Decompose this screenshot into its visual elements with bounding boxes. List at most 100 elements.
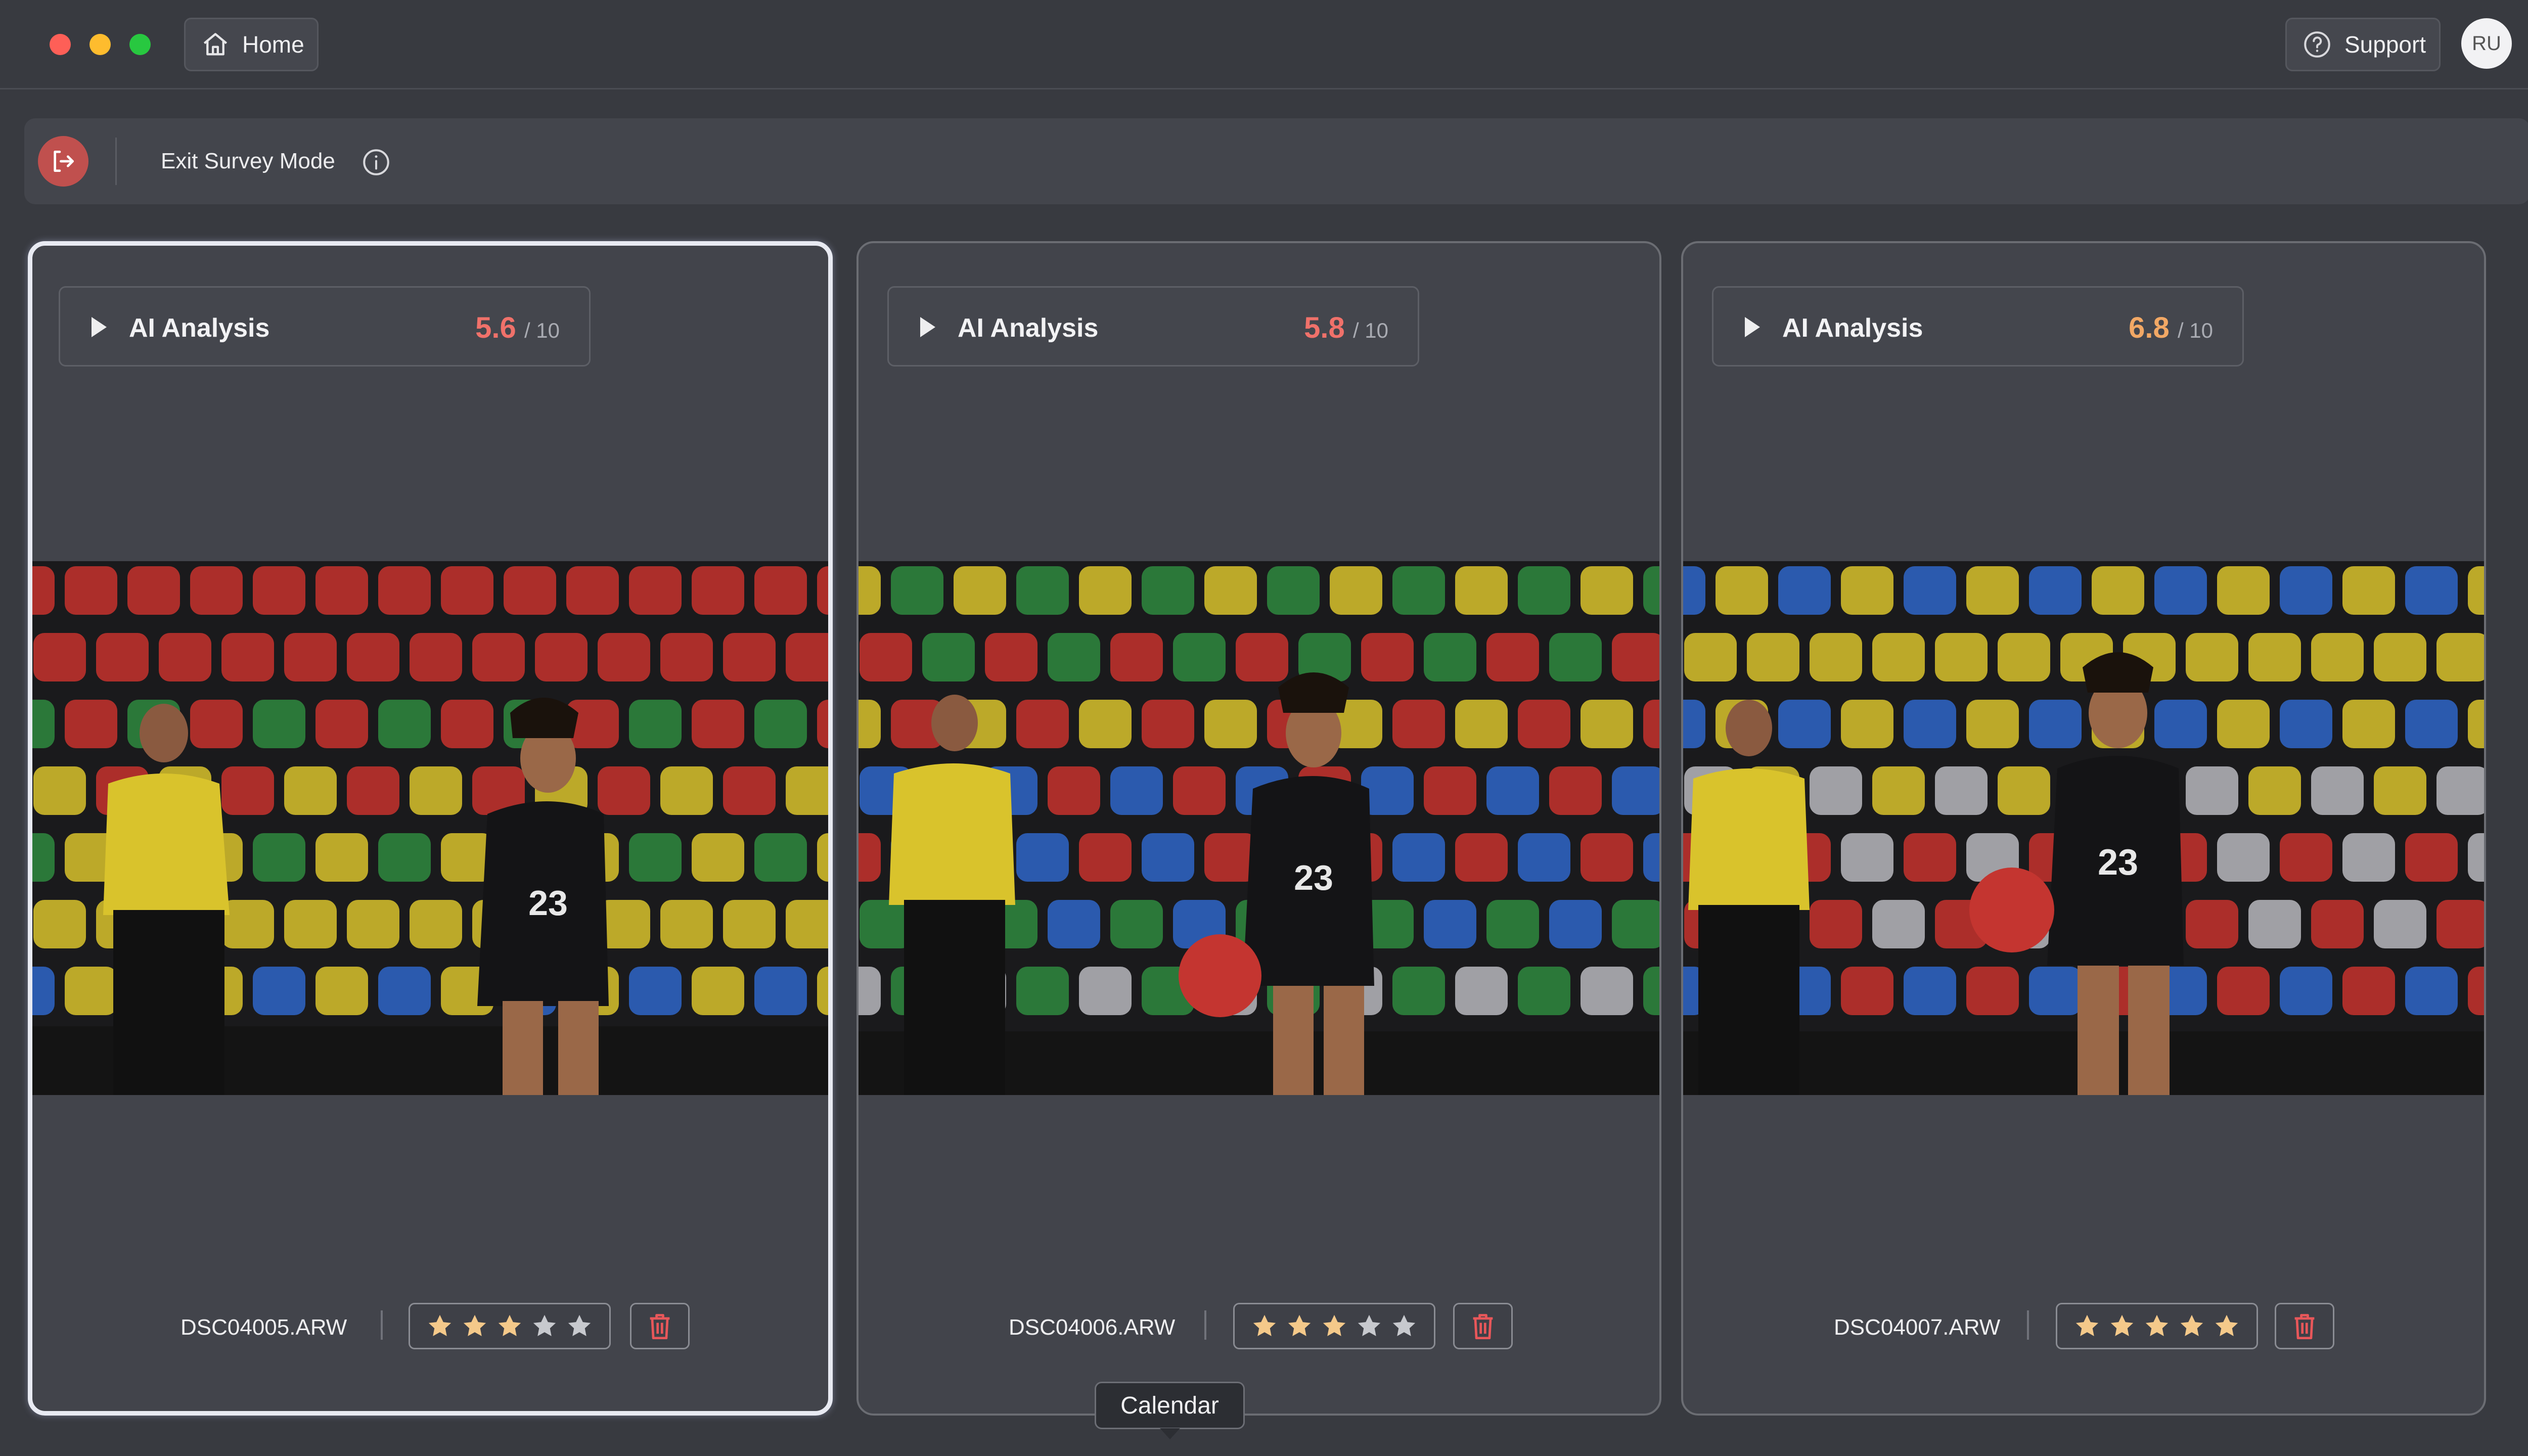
stadium-seat [1612,900,1659,948]
stadium-seat [1267,566,1320,615]
stadium-seat [33,900,86,948]
stadium-seat [1549,900,1602,948]
star-rating[interactable] [2056,1303,2258,1349]
ai-score: 6.8 / 10 [2129,311,2213,345]
stadium-seat [1518,566,1570,615]
stadium-seat [1110,900,1163,948]
stadium-seat [598,633,650,681]
stadium-seat [1643,700,1659,748]
stadium-seat [315,566,368,615]
ai-score-max: / 10 [2177,318,2213,342]
stadium-seat [1455,566,1508,615]
star-filled-icon[interactable] [1250,1312,1279,1340]
star-filled-icon[interactable] [1320,1312,1348,1340]
stadium-seat [754,566,807,615]
ai-analysis-title: AI Analysis [129,313,270,343]
home-icon [203,33,228,56]
delete-button[interactable] [2275,1303,2334,1349]
svg-text:23: 23 [1294,858,1333,897]
stadium-seat [1581,967,1633,1015]
photo-card[interactable]: AI Analysis 5.8 / 10 23 DSC04006.ARW [856,241,1661,1416]
delete-button[interactable] [1453,1303,1513,1349]
stadium-seat [2029,700,2082,748]
ai-analysis-panel[interactable]: AI Analysis 5.6 / 10 [59,286,591,367]
user-avatar[interactable]: RU [2461,18,2512,69]
exit-survey-button[interactable] [38,136,88,187]
stadium-seat [598,766,650,815]
stadium-seat [660,900,713,948]
exit-icon [54,151,74,172]
stadium-seat [378,700,431,748]
star-filled-icon[interactable] [2108,1312,2136,1340]
stadium-seat [1518,833,1570,882]
star-filled-icon[interactable] [2073,1312,2101,1340]
home-button[interactable]: Home [184,18,319,71]
stadium-seat [253,967,305,1015]
star-filled-icon[interactable] [2178,1312,2206,1340]
stadium-seat [2374,633,2426,681]
delete-button[interactable] [630,1303,690,1349]
exit-survey-label[interactable]: Exit Survey Mode [161,149,335,174]
star-filled-icon[interactable] [495,1312,524,1340]
stadium-seat [127,566,180,615]
expand-triangle-icon [920,317,935,337]
stadium-seat [1518,967,1570,1015]
stadium-seat [221,633,274,681]
stadium-seat [1810,633,1862,681]
basketball-photo: 23 [859,561,1659,1095]
stadium-seat [1392,967,1445,1015]
toolbar-divider [115,138,117,185]
filename: DSC04006.ARW [1009,1315,1176,1340]
stadium-seat [1966,967,2019,1015]
star-filled-icon[interactable] [2213,1312,2241,1340]
star-filled-icon[interactable] [1285,1312,1314,1340]
filename: DSC04005.ARW [180,1315,347,1340]
stadium-seat [2374,900,2426,948]
star-rating[interactable] [1233,1303,1435,1349]
star-empty-icon[interactable] [565,1312,594,1340]
stadium-seat [2248,900,2301,948]
stadium-seat [65,700,117,748]
star-filled-icon[interactable] [461,1312,489,1340]
stadium-seat [1810,900,1862,948]
minimize-window-button[interactable] [89,34,111,55]
maximize-window-button[interactable] [129,34,151,55]
stadium-seat [2186,900,2238,948]
ai-analysis-panel[interactable]: AI Analysis 5.8 / 10 [887,286,1419,367]
stadium-seat [1142,833,1194,882]
stadium-seat [723,900,776,948]
star-empty-icon[interactable] [1355,1312,1383,1340]
star-empty-icon[interactable] [1390,1312,1418,1340]
photo-preview[interactable]: 23 [859,561,1659,1095]
photo-card[interactable]: AI Analysis 6.8 / 10 23 DSC04007.ARW [1681,241,2486,1416]
stadium-seat [1016,700,1069,748]
ai-analysis-panel[interactable]: AI Analysis 6.8 / 10 [1712,286,2244,367]
info-icon[interactable] [361,147,391,177]
home-label: Home [242,31,304,58]
stadium-seat [629,967,682,1015]
close-window-button[interactable] [50,34,71,55]
stadium-seat [1142,566,1194,615]
stadium-seat [985,633,1037,681]
star-empty-icon[interactable] [530,1312,559,1340]
trash-icon [2294,1314,2315,1340]
ai-score-max: / 10 [524,318,560,342]
stadium-seat [33,766,86,815]
ai-score: 5.8 / 10 [1304,311,1388,345]
stadium-seat [1683,566,1705,615]
stadium-seat [2468,566,2484,615]
trash-icon [650,1314,670,1340]
expand-triangle-icon [92,317,107,337]
star-rating[interactable] [409,1303,611,1349]
photo-preview[interactable]: 23 [32,561,828,1095]
photo-card[interactable]: AI Analysis 5.6 / 10 23 DSC04005.ARW [28,241,833,1416]
photo-preview[interactable]: 23 [1683,561,2484,1095]
footer-divider [1204,1310,1206,1340]
stadium-seat [2186,633,2238,681]
support-button[interactable]: Support [2285,18,2441,71]
svg-text:23: 23 [528,883,568,923]
star-filled-icon[interactable] [426,1312,454,1340]
stadium-seat [629,566,682,615]
stadium-seat [1455,833,1508,882]
star-filled-icon[interactable] [2143,1312,2171,1340]
